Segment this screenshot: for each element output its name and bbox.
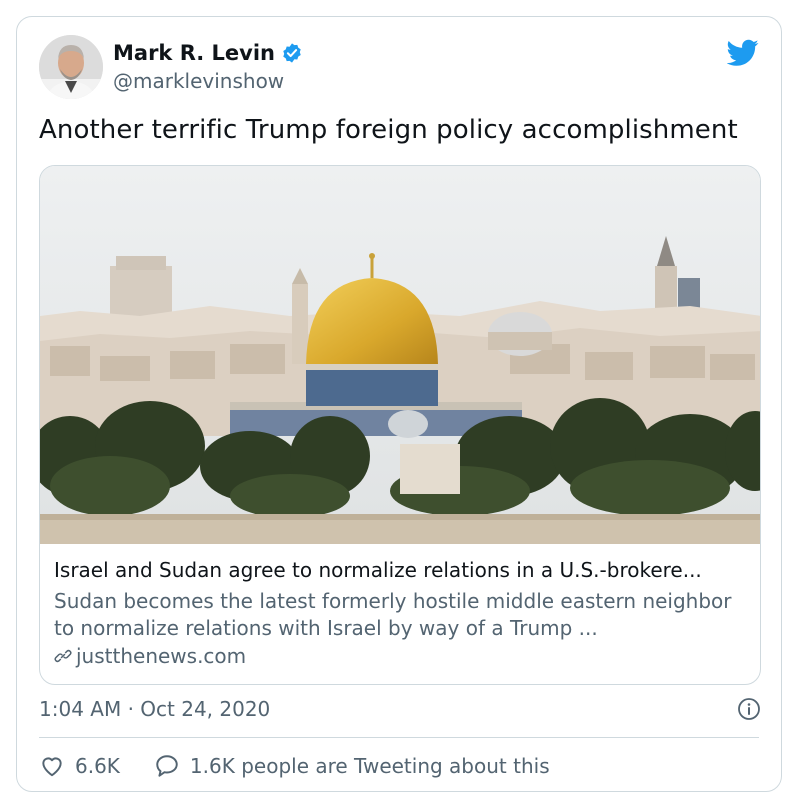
twitter-bird-icon[interactable] bbox=[727, 39, 759, 67]
speech-bubble-icon bbox=[156, 755, 178, 777]
tweet-text: Another terrific Trump foreign policy ac… bbox=[39, 115, 738, 145]
tweet-actions: 6.6K 1.6K people are Tweeting about this bbox=[39, 753, 584, 779]
avatar[interactable] bbox=[39, 35, 103, 99]
verified-badge-icon bbox=[283, 43, 301, 63]
link-preview-card[interactable]: Israel and Sudan agree to normalize rela… bbox=[39, 165, 761, 685]
like-count[interactable]: 6.6K bbox=[75, 754, 120, 778]
author-name-row[interactable]: Mark R. Levin bbox=[113, 41, 303, 65]
link-icon bbox=[54, 649, 72, 663]
link-preview-meta: Israel and Sudan agree to normalize rela… bbox=[54, 558, 746, 668]
link-preview-image bbox=[40, 166, 760, 544]
avatar-portrait bbox=[39, 35, 103, 99]
heart-icon bbox=[42, 757, 62, 777]
reply-action[interactable]: 1.6K people are Tweeting about this bbox=[154, 753, 550, 779]
link-title[interactable]: Israel and Sudan agree to normalize rela… bbox=[54, 558, 746, 582]
author-handle[interactable]: @marklevinshow bbox=[113, 69, 284, 93]
link-domain-row[interactable]: justthenews.com bbox=[54, 644, 746, 668]
tweeting-count[interactable]: 1.6K people are Tweeting about this bbox=[190, 754, 550, 778]
divider bbox=[39, 737, 759, 738]
info-icon[interactable] bbox=[737, 697, 761, 721]
link-description: Sudan becomes the latest formerly hostil… bbox=[54, 589, 732, 640]
tweet-timestamp[interactable]: 1:04 AM · Oct 24, 2020 bbox=[39, 697, 270, 721]
link-domain[interactable]: justthenews.com bbox=[76, 644, 246, 668]
tweet-embed-card: Mark R. Levin @marklevinshow Another ter… bbox=[16, 16, 782, 792]
author-name[interactable]: Mark R. Levin bbox=[113, 41, 275, 65]
like-action[interactable]: 6.6K bbox=[39, 753, 120, 779]
